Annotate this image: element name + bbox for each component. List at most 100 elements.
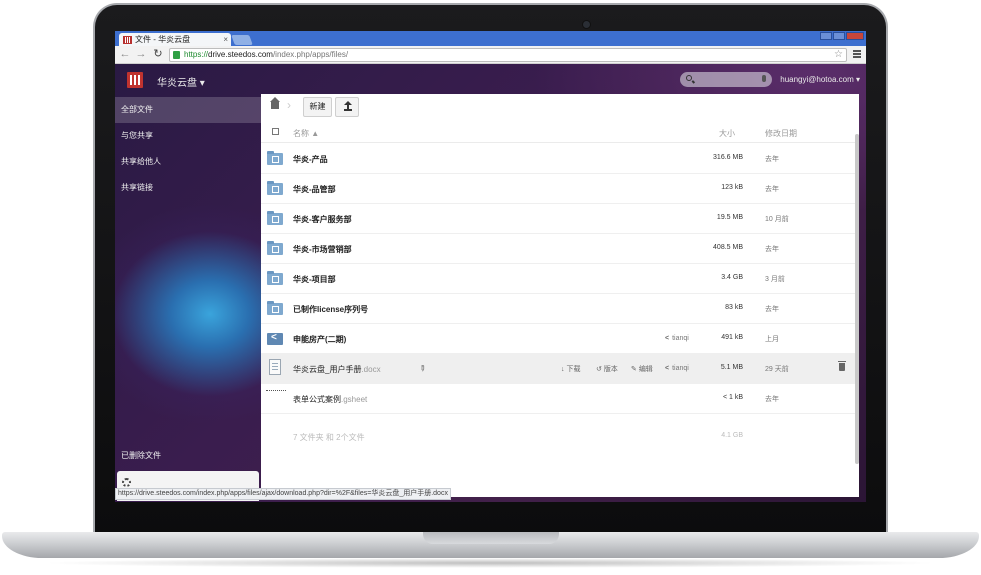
download-label: 下载 [566, 366, 581, 373]
column-name-header[interactable]: 名称 ▲ [293, 128, 319, 139]
delete-trash-icon[interactable] [838, 361, 846, 371]
file-date: 去年 [765, 246, 779, 253]
lock-icon [173, 51, 180, 59]
sidebar-item-shared-with-you[interactable]: 与您共享 [115, 123, 261, 149]
back-arrow-icon[interactable]: ← [119, 48, 131, 60]
download-action[interactable]: ↓ 下载 [561, 364, 580, 374]
folder-icon [267, 271, 283, 285]
folder-icon [267, 181, 283, 195]
summary-size: 4.1 GB [721, 432, 743, 439]
breadcrumb-separator-icon: › [287, 98, 291, 112]
file-size: 5.1 MB [720, 364, 743, 371]
folder-icon [267, 211, 283, 225]
screen: 文件 - 华炎云盘 × ← → ↻ https://drive.steedos.… [115, 31, 866, 502]
sidebar-item-all-files[interactable]: 全部文件 [115, 97, 261, 123]
folder-icon [267, 151, 283, 165]
window-controls [820, 32, 864, 40]
user-menu[interactable]: huangyi@hotoa.com ▾ [780, 75, 860, 84]
scrollbar[interactable] [855, 134, 859, 464]
file-name-base: 华炎云盘_用户手册 [293, 365, 362, 374]
file-name[interactable]: 已制作license序列号 [293, 304, 368, 315]
new-tab-button[interactable] [231, 35, 253, 45]
file-name[interactable]: 华炎-项目部 [293, 274, 336, 285]
app-name-menu[interactable]: 华炎云盘 ▾ [157, 74, 205, 89]
close-window-icon[interactable] [846, 32, 864, 40]
table-row[interactable]: 华炎-客户服务部 19.5 MB 10 月前 [261, 204, 855, 234]
file-date: 去年 [765, 156, 779, 163]
camera-icon [583, 21, 590, 28]
rename-pencil-icon[interactable]: ✎ [417, 363, 428, 374]
forward-arrow-icon[interactable]: → [135, 48, 147, 60]
table-header: 名称 ▲ 大小 修改日期 [261, 123, 859, 143]
file-size: 316.6 MB [713, 154, 743, 161]
file-date: 去年 [765, 186, 779, 193]
tab-title: 文件 - 华炎云盘 [135, 35, 191, 44]
table-row[interactable]: 华炎-品管部 123 kB 去年 [261, 174, 855, 204]
table-row[interactable]: 华炎-市场营销部 408.5 MB 去年 [261, 234, 855, 264]
file-name[interactable]: 华炎云盘_用户手册.docx ✎ [293, 363, 428, 375]
table-row[interactable]: 华炎云盘_用户手册.docx ✎ ↓ 下载 ↺ 版本 ✎ 编辑 tianqi 5.… [261, 354, 855, 384]
address-bar[interactable]: https://drive.steedos.com/index.php/apps… [169, 48, 847, 62]
file-name[interactable]: 华炎-品管部 [293, 184, 336, 195]
gear-icon[interactable] [122, 478, 131, 487]
laptop-shadow [40, 558, 940, 568]
file-name[interactable]: 表单公式案例.gsheet [293, 394, 367, 405]
bookmark-star-icon[interactable]: ☆ [834, 49, 843, 61]
file-name[interactable]: 申能房产(二期) [293, 334, 346, 345]
table-row[interactable]: 华炎-产品 316.6 MB 去年 [261, 144, 855, 174]
controls-bar: › 新建 [261, 94, 859, 121]
url-path: /index.php/apps/files/ [272, 50, 349, 59]
table-row[interactable]: 申能房产(二期) tianqi 491 kB 上月 [261, 324, 855, 354]
file-date: 3 月前 [765, 276, 785, 283]
file-size: 123 kB [721, 184, 743, 191]
search-input[interactable] [680, 72, 772, 87]
microphone-icon[interactable] [762, 75, 766, 82]
upload-button[interactable] [335, 97, 359, 117]
sidebar-item-trash[interactable]: 已删除文件 [115, 443, 261, 469]
column-date-header[interactable]: 修改日期 [765, 128, 797, 139]
share-icon[interactable]: tianqi [665, 335, 689, 342]
versions-action[interactable]: ↺ 版本 [596, 364, 618, 374]
table-row[interactable]: 已制作license序列号 83 kB 去年 [261, 294, 855, 324]
edit-action[interactable]: ✎ 编辑 [631, 364, 653, 374]
document-icon [269, 359, 281, 375]
file-extension: .docx [361, 365, 381, 374]
reload-icon[interactable]: ↻ [152, 48, 164, 60]
sidebar-item-shared-links[interactable]: 共享链接 [115, 175, 261, 201]
search-icon [686, 75, 692, 81]
file-size: 408.5 MB [713, 244, 743, 251]
new-button[interactable]: 新建 [303, 97, 332, 117]
file-size: 491 kB [721, 334, 743, 341]
home-icon[interactable] [270, 97, 280, 109]
file-name[interactable]: 华炎-产品 [293, 154, 328, 165]
share-icon[interactable]: tianqi [665, 365, 689, 372]
table-row[interactable]: 华炎-项目部 3.4 GB 3 月前 [261, 264, 855, 294]
folder-icon [267, 241, 283, 255]
browser-tab[interactable]: 文件 - 华炎云盘 × [119, 33, 231, 46]
minimize-icon[interactable] [820, 32, 832, 40]
url-scheme: https:// [184, 50, 209, 59]
spreadsheet-thumbnail-icon [266, 390, 286, 394]
browser-menu-icon[interactable] [853, 50, 861, 58]
file-name[interactable]: 华炎-市场营销部 [293, 244, 352, 255]
app-favicon-icon [123, 35, 132, 44]
browser-status-url: https://drive.steedos.com/index.php/apps… [115, 488, 451, 500]
file-name[interactable]: 华炎-客户服务部 [293, 214, 352, 225]
shared-folder-icon [267, 332, 283, 345]
select-all-checkbox[interactable] [272, 128, 279, 135]
summary-count: 7 文件夹 和 2个文件 [293, 433, 365, 442]
file-size: 3.4 GB [721, 274, 743, 281]
tab-close-icon[interactable]: × [223, 35, 228, 44]
folder-icon [267, 301, 283, 315]
file-name-base: 表单公式案例 [293, 395, 341, 404]
logo-icon[interactable] [127, 72, 143, 88]
file-size: 83 kB [725, 304, 743, 311]
app-area: 华炎云盘 ▾ huangyi@hotoa.com ▾ 全部文件 与您共享 共享给… [115, 64, 866, 502]
file-date: 上月 [765, 336, 779, 343]
laptop-notch [423, 532, 559, 544]
table-row[interactable]: 表单公式案例.gsheet < 1 kB 去年 [261, 384, 855, 414]
column-size-header[interactable]: 大小 [719, 128, 735, 139]
maximize-icon[interactable] [833, 32, 845, 40]
file-summary: 7 文件夹 和 2个文件 4.1 GB [261, 422, 855, 452]
sidebar-item-shared-with-others[interactable]: 共享给他人 [115, 149, 261, 175]
